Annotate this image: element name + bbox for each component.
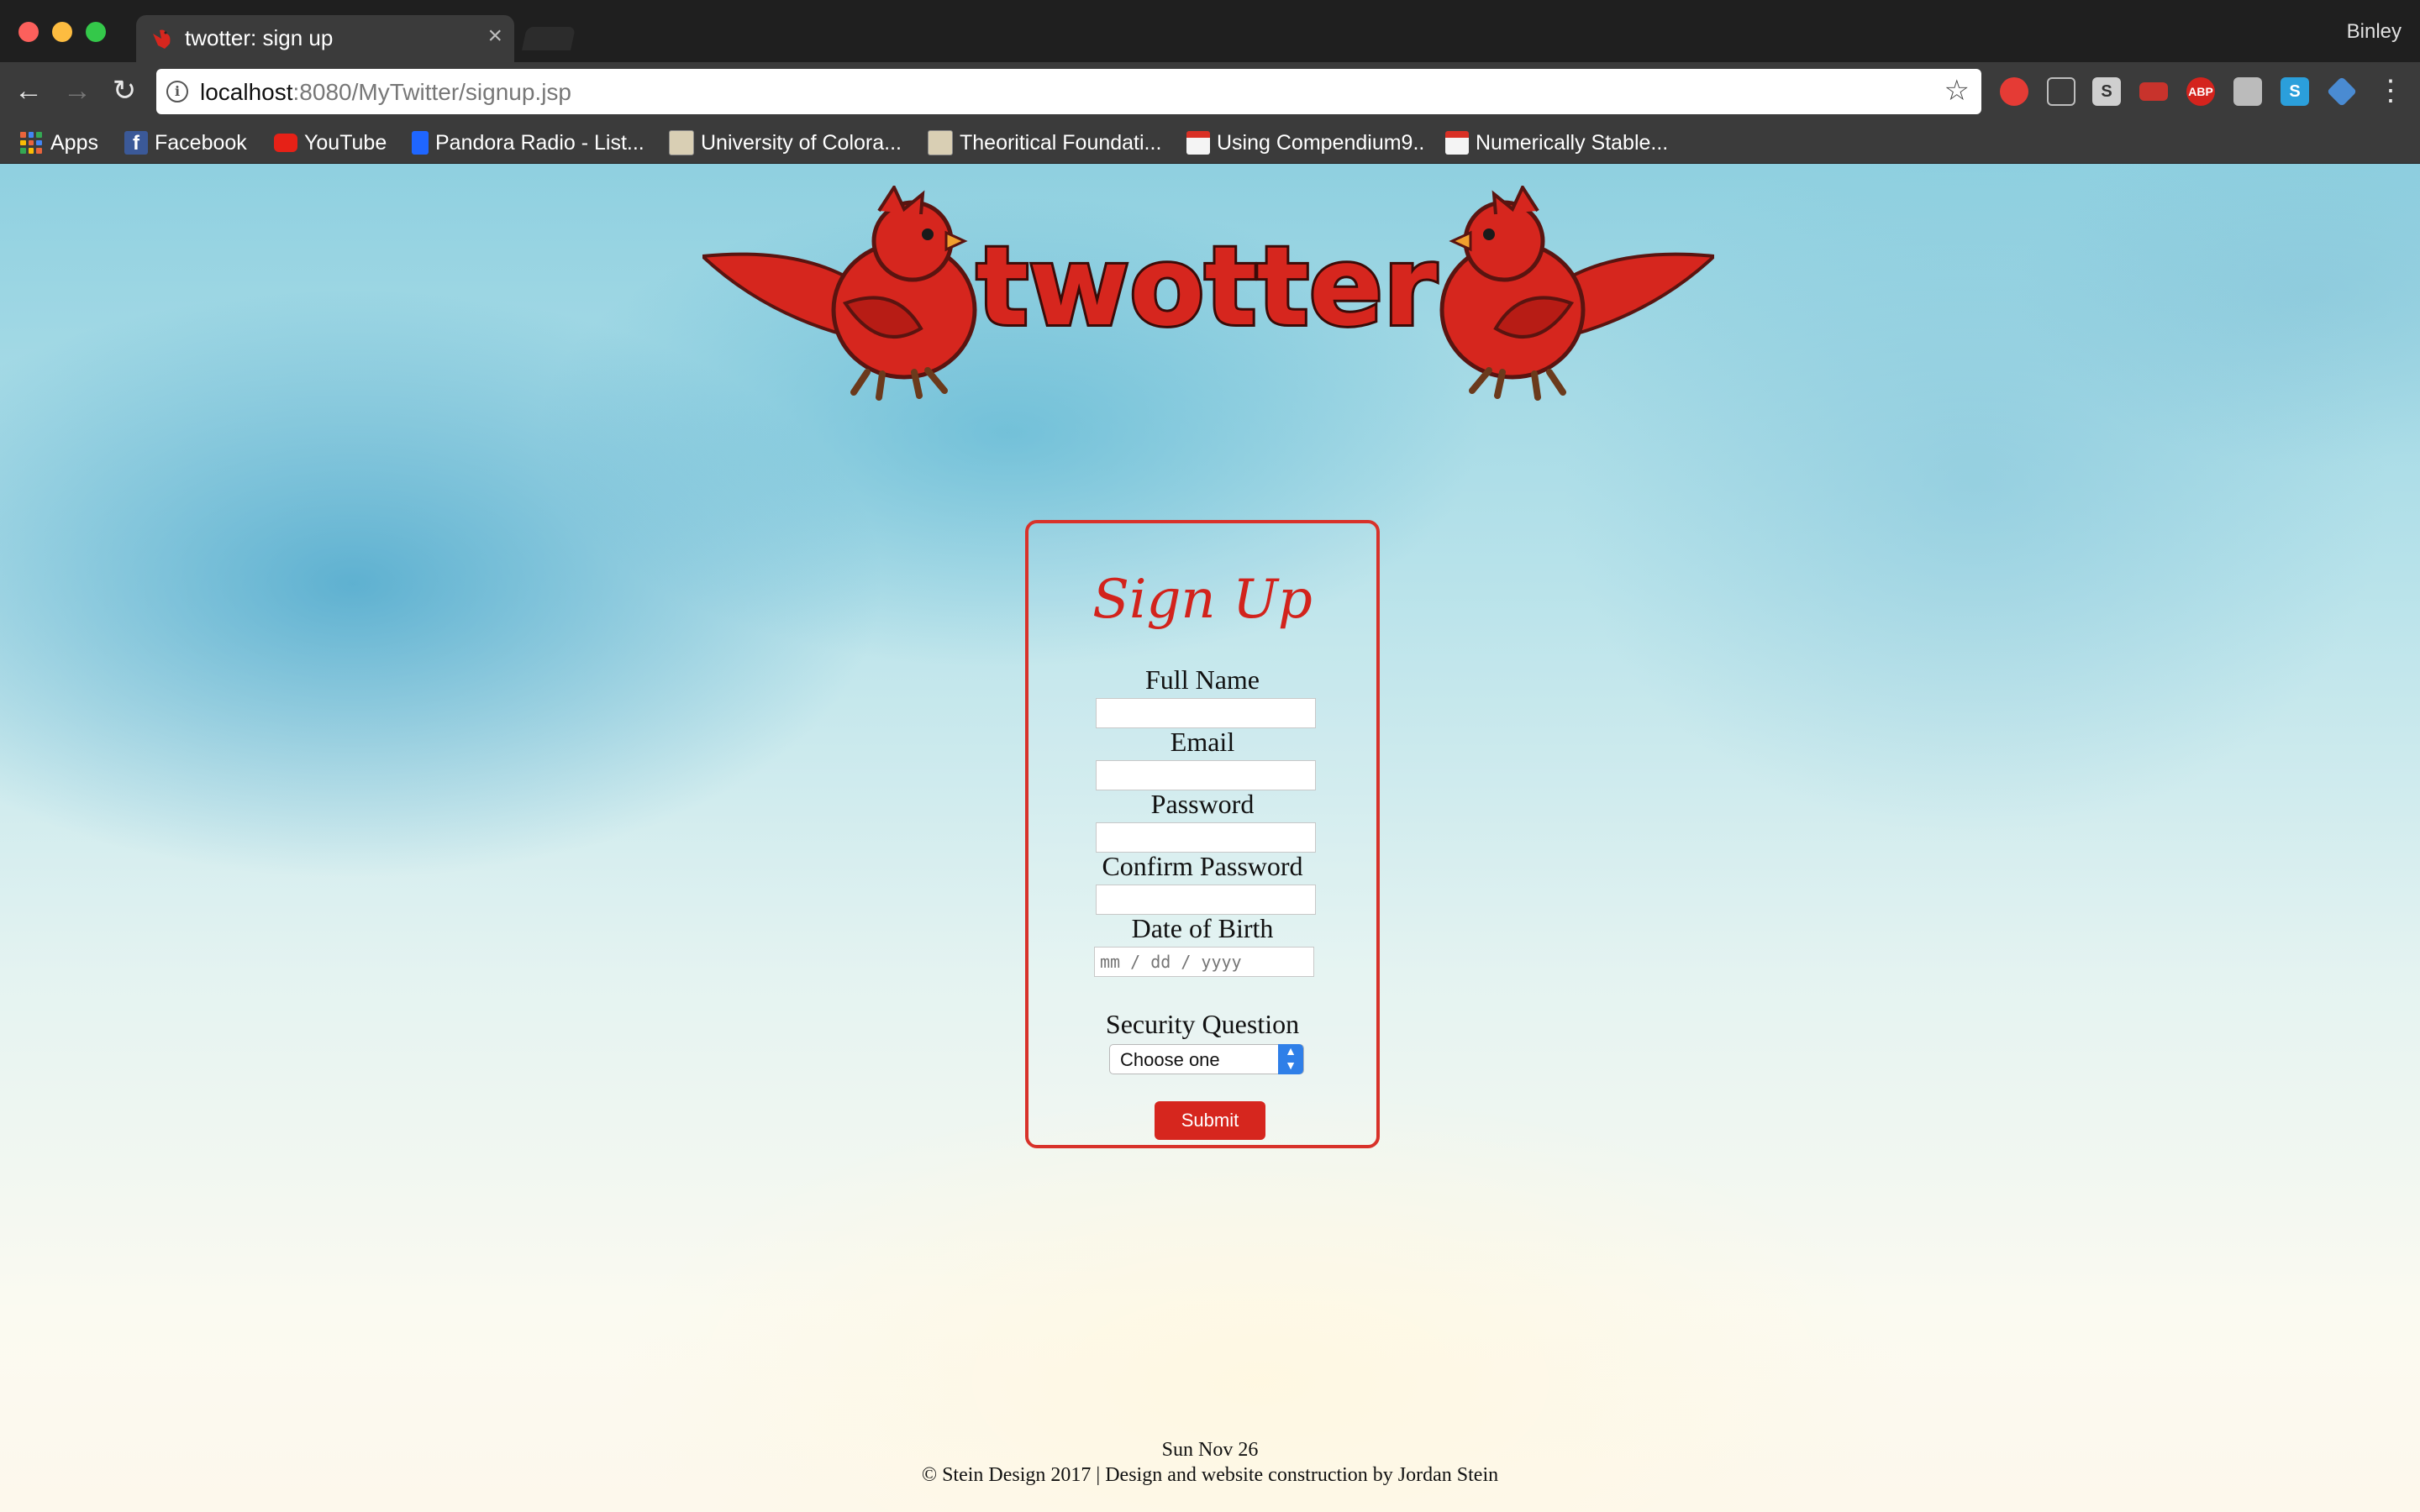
bookmark-label: Using Compendium9.. (1217, 130, 1425, 155)
dob-label: Date of Birth (1131, 913, 1274, 943)
tab-title: twotter: sign up (185, 25, 334, 50)
glasses-icon[interactable] (2047, 77, 2075, 106)
bookmarks-bar: Apps f Facebook YouTube Pandora Radio - … (0, 123, 2420, 164)
bookmark-university[interactable]: University of Colora... (669, 126, 902, 160)
cat-icon[interactable] (2233, 77, 2262, 106)
right-bird-icon (1439, 186, 1714, 401)
twotter-logo: twotter (702, 186, 1714, 401)
close-window-button[interactable] (18, 22, 39, 42)
apps-grid-icon (20, 132, 42, 154)
address-bar[interactable]: i localhost:8080/MyTwitter/signup.jsp ☆ (156, 69, 1981, 114)
signup-form: Sign Up Full Name Email Password Confirm… (1025, 520, 1380, 1148)
bookmark-label: Apps (50, 130, 98, 155)
bookmark-label: University of Colora... (701, 130, 902, 155)
bookmark-compendium[interactable]: Using Compendium9.. (1186, 126, 1424, 160)
bookmark-label: YouTube (304, 130, 387, 155)
page-viewport: twotter Sign Up Full Name Email Password… (0, 164, 2420, 1512)
minimize-window-button[interactable] (52, 22, 72, 42)
pandora-icon (412, 131, 429, 155)
pdf-icon (1186, 131, 1210, 155)
browser-tab-active[interactable]: twotter: sign up × (136, 15, 514, 62)
reload-icon[interactable]: ↻ (108, 74, 141, 108)
menu-dots-icon[interactable]: ⋮ (2376, 74, 2405, 108)
profile-name[interactable]: Binley (2347, 20, 2402, 44)
forward-arrow-icon[interactable]: → (60, 74, 94, 108)
info-icon[interactable]: i (166, 81, 188, 102)
bookmark-label: Theoritical Foundati... (960, 130, 1162, 155)
cube-icon[interactable] (2326, 76, 2358, 108)
email-input[interactable] (1096, 760, 1316, 790)
url-text[interactable]: localhost:8080/MyTwitter/signup.jsp (200, 79, 571, 106)
email-label: Email (1170, 727, 1235, 757)
security-question-select[interactable]: Choose one ▲ ▼ (1109, 1044, 1304, 1074)
bookmark-pandora[interactable]: Pandora Radio - List... (412, 126, 644, 160)
password-input[interactable] (1096, 822, 1316, 853)
facebook-icon: f (124, 131, 148, 155)
browser-titlebar: twotter: sign up × Binley (0, 0, 2420, 62)
red-box-icon[interactable] (2139, 82, 2168, 101)
logo-text: twotter (976, 223, 1437, 350)
youtube-icon (274, 134, 297, 152)
select-arrows-icon: ▲ ▼ (1278, 1044, 1303, 1074)
s-badge-icon[interactable]: S (2092, 77, 2121, 106)
password-label: Password (1150, 789, 1255, 819)
pdf-icon (1445, 131, 1469, 155)
confirm-password-label: Confirm Password (1102, 851, 1303, 881)
select-value: Choose one (1120, 1049, 1220, 1070)
bookmark-youtube[interactable]: YouTube (274, 126, 387, 160)
browser-toolbar: ← → ↻ i localhost:8080/MyTwitter/signup.… (0, 62, 2420, 123)
document-icon (928, 130, 953, 155)
url-path: :8080/MyTwitter/signup.jsp (292, 79, 572, 105)
shield-icon[interactable] (2000, 77, 2028, 106)
adblock-icon[interactable]: ABP (2186, 77, 2215, 106)
maximize-window-button[interactable] (86, 22, 106, 42)
bookmark-star-icon[interactable]: ☆ (1944, 76, 1970, 106)
full-name-input[interactable] (1096, 698, 1316, 728)
new-tab-button[interactable] (522, 27, 576, 50)
skype-icon[interactable]: S (2281, 77, 2309, 106)
document-icon (669, 130, 694, 155)
bookmark-theoretical[interactable]: Theoritical Foundati... (928, 126, 1161, 160)
tab-close-icon[interactable]: × (487, 24, 502, 49)
bookmark-facebook[interactable]: f Facebook (124, 126, 247, 160)
full-name-label: Full Name (1145, 664, 1260, 695)
bookmark-label: Facebook (155, 130, 247, 155)
url-host: localhost (200, 79, 293, 105)
form-title: Sign Up (1092, 569, 1313, 631)
confirm-password-input[interactable] (1096, 885, 1316, 915)
left-bird-icon (702, 186, 977, 401)
bookmark-label: Pandora Radio - List... (435, 130, 644, 155)
security-question-label: Security Question (1105, 1009, 1300, 1039)
bookmark-apps[interactable]: Apps (20, 126, 98, 160)
bookmark-label: Numerically Stable... (1476, 130, 1669, 155)
footer-copyright: © Stein Design 2017 | Design and website… (921, 1464, 1499, 1486)
dob-input[interactable] (1094, 947, 1314, 977)
back-arrow-icon[interactable]: ← (12, 74, 45, 108)
footer-date: Sun Nov 26 (1161, 1439, 1259, 1461)
bird-favicon-icon (153, 29, 171, 49)
bookmark-numerically[interactable]: Numerically Stable... (1445, 126, 1668, 160)
submit-button[interactable]: Submit (1155, 1101, 1265, 1140)
